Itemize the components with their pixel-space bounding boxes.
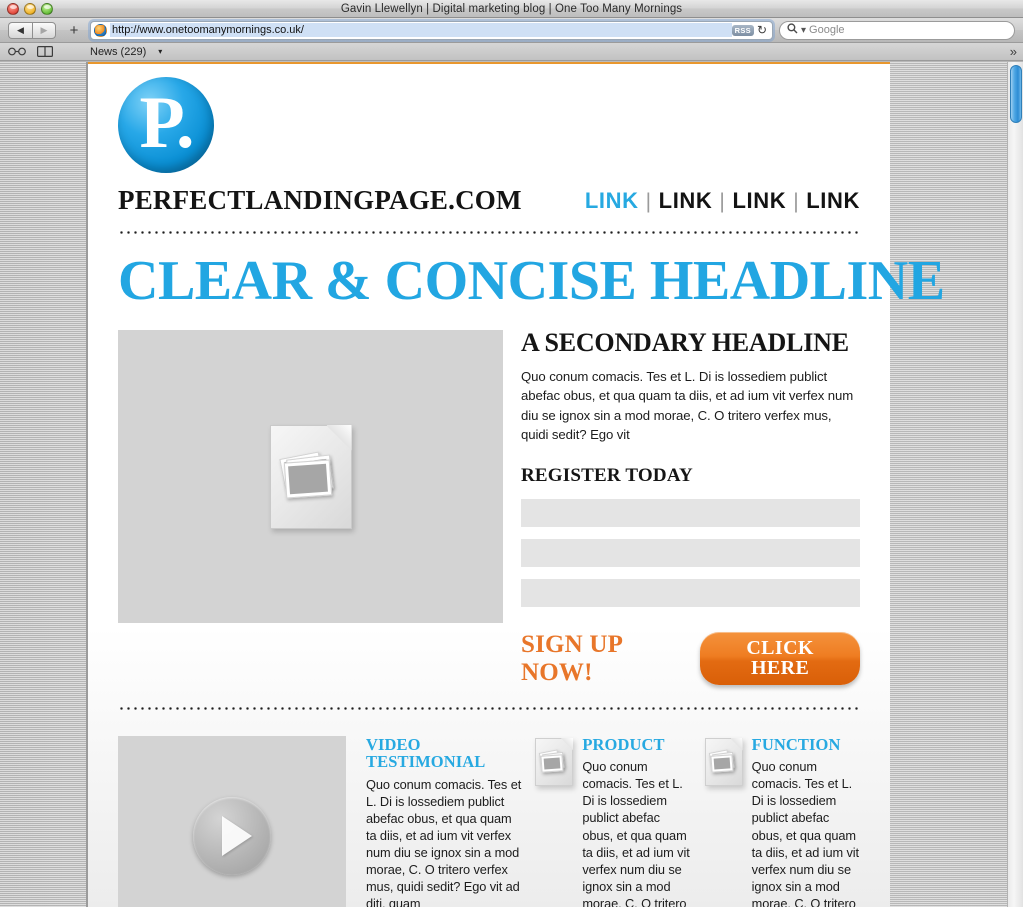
signup-field-1[interactable] [521,498,860,527]
window-title: Gavin Llewellyn | Digital marketing blog… [340,2,683,15]
site-name: PERFECTLANDINGPAGE.COM [118,185,522,215]
features-divider [118,706,860,710]
nav-link-2[interactable]: LINK [659,188,713,214]
reader-glasses-icon[interactable] [8,47,26,56]
window-controls [0,2,53,15]
nav-buttons: ◀ ▶ [8,21,56,39]
browser-toolbar: ◀ ▶ + http://www.onetoomanymornings.co.u… [0,18,1023,43]
cta-row: SIGN UP NOW! CLICK HERE [521,631,860,687]
feature-function: FUNCTION Quo conum comacis. Tes et L. Di… [704,734,860,907]
nav-link-3[interactable]: LINK [732,188,786,214]
nav-separator-3: | [793,190,800,213]
landing-page: P. PERFECTLANDINGPAGE.COM LINK | LINK | … [88,62,945,907]
maximize-window-button[interactable] [41,2,53,15]
nav-separator-1: | [645,190,652,213]
site-logo-letter: P. [139,82,195,164]
feature-title-product: PRODUCT [582,734,665,754]
favicon-icon [94,23,107,37]
feature-body-function: Quo conum comacis. Tes et L. Di is losse… [751,759,859,907]
site-logo-icon: P. [118,77,214,173]
minimize-window-button[interactable] [24,2,36,15]
video-placeholder[interactable] [118,735,346,907]
signup-field-2[interactable] [521,538,860,567]
feature-video-testimonial: VIDEO TESTIMONIAL Quo conum comacis. Tes… [360,734,522,907]
close-window-button[interactable] [7,2,19,15]
signup-field-3[interactable] [521,578,860,607]
feature-body-video-testimonial: Quo conum comacis. Tes et L. Di is losse… [366,777,522,907]
search-dropdown-icon[interactable]: ▾ [801,25,806,36]
search-bar[interactable]: ▾ Google [779,20,1015,40]
hero-headline: CLEAR & CONCISE HEADLINE [118,250,945,312]
feature-title-function: FUNCTION [751,734,841,754]
feature-product: PRODUCT Quo conum comacis. Tes et L. Di … [535,734,690,907]
hero-body-copy: Quo conum comacis. Tes et L. Di is losse… [521,369,854,443]
feature-title-video-testimonial: VIDEO TESTIMONIAL [366,734,486,772]
signup-now-label: SIGN UP NOW! [521,630,622,686]
bookmarks-overflow-icon[interactable]: » [1010,44,1017,59]
new-tab-button[interactable]: + [64,22,84,39]
hero-content: A SECONDARY HEADLINE Quo conum comacis. … [521,330,860,687]
rss-button[interactable]: RSS [731,24,754,36]
page-viewport: P. PERFECTLANDINGPAGE.COM LINK | LINK | … [0,62,1023,907]
register-heading: REGISTER TODAY [521,464,693,486]
search-input[interactable]: Google [809,24,844,36]
address-bar[interactable]: http://www.onetoomanymornings.co.uk/ RSS… [90,20,773,40]
video-column [118,735,346,907]
product-image-icon [535,737,574,786]
features-section: VIDEO TESTIMONIAL Quo conum comacis. Tes… [118,734,860,907]
secondary-headline: A SECONDARY HEADLINE [521,328,849,357]
nav-separator-2: | [719,190,726,213]
back-button[interactable]: ◀ [8,21,32,39]
page-scrollbar[interactable] [1007,62,1023,907]
scrollbar-thumb[interactable] [1010,65,1022,123]
bookmarks-book-icon[interactable] [37,46,53,57]
bookmark-folder-caret-icon[interactable]: ▾ [158,47,162,56]
bookmark-folder-news[interactable]: News (229) [90,46,146,58]
hero-image-placeholder [118,330,503,623]
site-header: PERFECTLANDINGPAGE.COM LINK | LINK | LIN… [118,187,860,214]
header-divider [118,231,860,234]
search-icon [787,23,798,37]
browser-window: Gavin Llewellyn | Digital marketing blog… [0,0,1023,907]
window-titlebar: Gavin Llewellyn | Digital marketing blog… [0,0,1023,18]
function-image-icon [704,737,743,786]
top-sites-grid-icon[interactable] [64,46,75,57]
click-here-button[interactable]: CLICK HERE [700,632,860,686]
forward-button[interactable]: ▶ [32,21,56,39]
bookmarks-bar: News (229) ▾ » [0,43,1023,61]
feature-body-product: Quo conum comacis. Tes et L. Di is losse… [582,759,690,907]
play-button-icon[interactable] [193,796,271,875]
nav-link-1[interactable]: LINK [585,188,639,214]
hero-section: A SECONDARY HEADLINE Quo conum comacis. … [118,330,860,687]
reload-icon[interactable]: ↻ [757,23,767,37]
broken-image-icon [269,424,352,529]
url-input[interactable]: http://www.onetoomanymornings.co.uk/ [110,23,732,37]
nav-link-4[interactable]: LINK [806,188,860,214]
main-navigation: LINK | LINK | LINK | LINK [585,188,860,214]
